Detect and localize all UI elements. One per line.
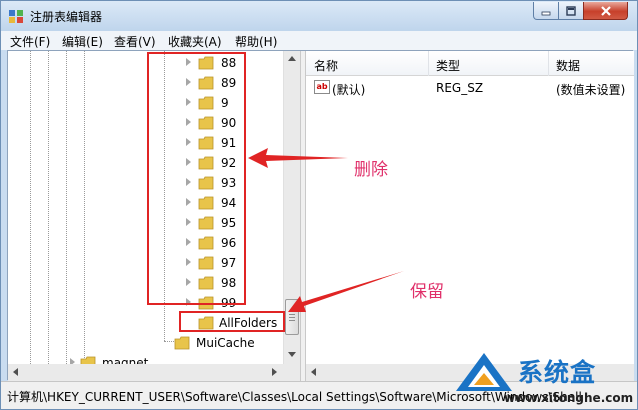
folder-icon: [174, 336, 190, 350]
close-button[interactable]: [583, 2, 628, 20]
value-name: (默认): [332, 83, 366, 97]
column-header-type[interactable]: 类型: [436, 57, 460, 74]
menu-favorites[interactable]: 收藏夹(A): [168, 33, 222, 50]
tree-vertical-scrollbar[interactable]: [283, 51, 300, 364]
scroll-down-button[interactable]: [284, 347, 300, 364]
list-row[interactable]: ab (默认) REG_SZ (数值未设置): [306, 77, 634, 97]
minimize-icon: [541, 11, 551, 15]
keep-annotation: 保留: [410, 282, 444, 302]
folder-icon: [80, 356, 96, 364]
list-header: 名称 类型 数据: [306, 51, 634, 76]
delete-highlight-box: [147, 52, 246, 305]
window-title: 注册表编辑器: [30, 10, 103, 24]
value-type: REG_SZ: [436, 81, 484, 95]
values-list-pane[interactable]: 名称 类型 数据 ab (默认) REG_SZ (数值未设置): [306, 51, 634, 381]
tree-horizontal-scrollbar[interactable]: [8, 364, 300, 381]
tree-node-label: magnet: [102, 356, 149, 364]
scroll-up-button[interactable]: [284, 51, 300, 68]
menu-bar: 文件(F) 编辑(E) 查看(V) 收藏夹(A) 帮助(H): [1, 31, 637, 50]
regedit-icon: [9, 10, 23, 23]
tree-node-magnet[interactable]: magnet: [66, 353, 166, 364]
menu-file[interactable]: 文件(F): [10, 33, 50, 50]
minimize-button[interactable]: [533, 2, 559, 20]
close-icon: [600, 5, 611, 16]
arrow-left-icon[interactable]: [13, 368, 18, 376]
client-area: 88 89 9 90 91 92 93 94 95 96 97 98 99 AllFolders Mui…: [7, 50, 634, 381]
column-separator[interactable]: [548, 51, 549, 76]
arrow-right-icon[interactable]: [272, 368, 277, 376]
value-data: (数值未设置): [556, 83, 626, 97]
arrow-left-icon[interactable]: [311, 368, 316, 376]
string-value-icon: ab: [314, 80, 330, 94]
column-separator[interactable]: [428, 51, 429, 76]
tree-node-muicache[interactable]: MuiCache: [158, 333, 278, 353]
column-header-name[interactable]: 名称: [314, 57, 338, 74]
menu-edit[interactable]: 编辑(E): [62, 33, 103, 50]
tree-guide-line: [30, 51, 31, 364]
watermark: 系统盒 www.xitonghe.com: [440, 349, 638, 410]
delete-annotation: 删除: [354, 160, 388, 180]
tree-node-label: MuiCache: [196, 336, 255, 350]
tree-guide-line: [48, 51, 49, 364]
maximize-icon: [566, 5, 576, 16]
maximize-button[interactable]: [558, 2, 584, 20]
watermark-logo: [456, 353, 512, 391]
watermark-brand: 系统盒: [518, 358, 597, 387]
arrow-up-icon: [288, 56, 296, 61]
keep-highlight-box: [179, 311, 285, 332]
column-header-data[interactable]: 数据: [556, 57, 580, 74]
watermark-url: www.xitonghe.com: [504, 391, 634, 405]
menu-view[interactable]: 查看(V): [114, 33, 156, 50]
tree-guide-line: [66, 51, 67, 364]
tree-guide-line: [84, 51, 85, 364]
title-bar[interactable]: 注册表编辑器: [1, 1, 637, 31]
arrow-down-icon: [288, 352, 296, 357]
scroll-thumb[interactable]: [285, 299, 299, 335]
menu-help[interactable]: 帮助(H): [235, 33, 277, 50]
